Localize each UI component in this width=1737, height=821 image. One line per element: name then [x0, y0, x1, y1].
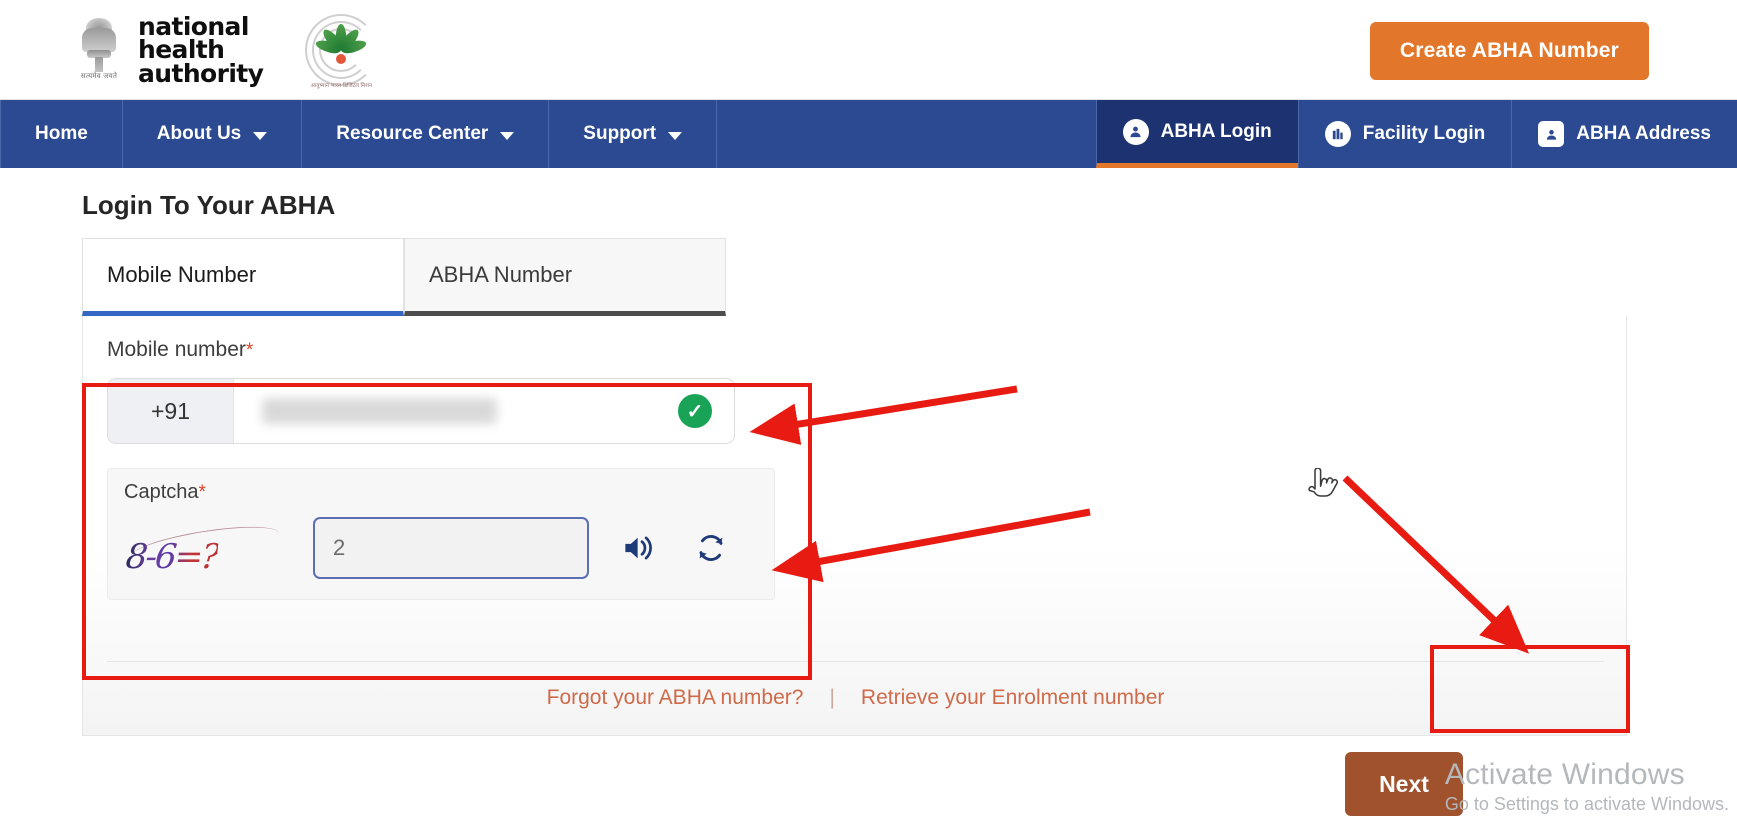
navbar-left-group: Home About Us Resource Center Support: [0, 100, 718, 168]
captcha-label-text: Captcha: [124, 481, 199, 503]
page-title: Login To Your ABHA: [82, 190, 336, 220]
page-root: सत्यमेव जयते national health authority आ…: [0, 0, 1737, 821]
navbar-right-group: ABHA Login Facility Login ABHA Address: [1095, 100, 1737, 168]
nav-item-resource-center-label: Resource Center: [336, 123, 489, 144]
navbar-spacer: [717, 100, 1095, 168]
logo-group: सत्यमेव जयते national health authority आ…: [78, 12, 379, 89]
national-emblem-icon: सत्यमेव जयते: [78, 14, 120, 86]
mobile-number-label-text: Mobile number: [107, 338, 246, 361]
next-button[interactable]: Next: [1345, 752, 1463, 816]
chevron-down-icon: [668, 131, 683, 140]
nha-wordmark: national health authority: [138, 14, 264, 88]
nha-line-3: authority: [138, 58, 264, 88]
footer-divider: |: [829, 686, 835, 709]
nav-tab-facility-login[interactable]: Facility Login: [1297, 100, 1511, 168]
mobile-number-value-masked: [262, 398, 497, 424]
nav-tab-abha-login-label: ABHA Login: [1160, 120, 1272, 142]
login-method-tabs: Mobile Number ABHA Number: [82, 238, 726, 316]
required-asterisk: *: [245, 340, 254, 361]
abdm-caption: आयुष्मान भारत डिजिटल मिशन: [310, 83, 373, 89]
nav-item-home-label: Home: [35, 123, 88, 144]
login-page: Login To Your ABHA Mobile Number ABHA Nu…: [0, 168, 1737, 821]
speaker-icon[interactable]: [616, 525, 662, 571]
form-footer-links: Forgot your ABHA number? | Retrieve your…: [83, 686, 1628, 710]
nav-item-support-label: Support: [583, 123, 657, 144]
tab-abha-number[interactable]: ABHA Number: [404, 238, 726, 316]
refresh-icon[interactable]: [688, 525, 734, 571]
captcha-challenge-image: 8-6=?: [120, 515, 310, 581]
country-code: +91: [108, 379, 234, 443]
user-lock-icon: [1122, 118, 1149, 145]
id-card-icon: [1538, 121, 1565, 147]
nav-tab-abha-address[interactable]: ABHA Address: [1511, 100, 1737, 168]
building-icon: [1324, 121, 1351, 147]
main-navbar: Home About Us Resource Center Support AB…: [0, 100, 1737, 168]
card-divider: [107, 661, 1604, 662]
site-header: सत्यमेव जयते national health authority आ…: [0, 0, 1737, 100]
nav-item-about-us[interactable]: About Us: [123, 100, 303, 168]
mobile-number-label: Mobile number*: [107, 338, 253, 362]
nav-tab-abha-login[interactable]: ABHA Login: [1095, 100, 1298, 168]
captcha-label: Captcha*: [124, 481, 206, 504]
nav-tab-abha-address-label: ABHA Address: [1576, 123, 1711, 144]
tab-abha-number-label: ABHA Number: [429, 262, 573, 287]
chevron-down-icon: [253, 131, 268, 140]
forgot-abha-number-link[interactable]: Forgot your ABHA number?: [547, 686, 804, 710]
nav-item-home[interactable]: Home: [0, 100, 123, 168]
required-asterisk: *: [198, 482, 206, 503]
validated-check-icon: ✓: [678, 394, 712, 428]
captcha-challenge-text: 8-6=?: [123, 537, 220, 577]
captcha-input[interactable]: [313, 517, 589, 579]
retrieve-enrolment-number-link[interactable]: Retrieve your Enrolment number: [861, 686, 1164, 710]
abdm-logo-icon: आयुष्मान भारत डिजिटल मिशन: [303, 12, 379, 89]
nav-item-support[interactable]: Support: [549, 100, 718, 168]
mobile-number-input-row[interactable]: +91 ✓: [107, 378, 735, 444]
nav-item-about-us-label: About Us: [156, 123, 242, 144]
captcha-section: Captcha* 8-6=?: [107, 468, 775, 600]
nav-tab-facility-login-label: Facility Login: [1362, 123, 1486, 144]
chevron-down-icon: [500, 131, 515, 140]
create-abha-number-button[interactable]: Create ABHA Number: [1369, 22, 1649, 80]
login-form-card: Mobile number* +91 ✓ Captcha* 8-6=? 2 Ne…: [82, 316, 1628, 816]
tab-mobile-number[interactable]: Mobile Number: [82, 238, 404, 316]
tab-mobile-number-label: Mobile Number: [107, 262, 257, 287]
nav-item-resource-center[interactable]: Resource Center: [302, 100, 550, 168]
emblem-motto: सत्यमेव जयते: [80, 72, 118, 80]
